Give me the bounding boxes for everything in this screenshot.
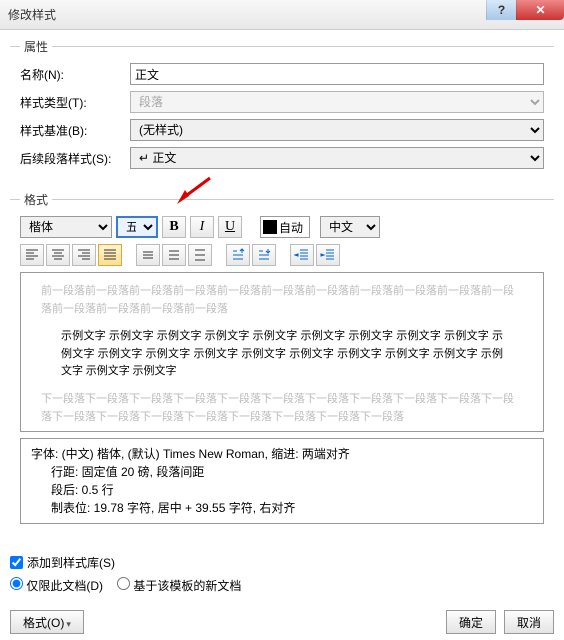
name-label: 名称(N): (20, 66, 130, 83)
name-input[interactable] (130, 63, 544, 85)
dialog-title: 修改样式 (8, 6, 56, 23)
preview-after: 下一段落下一段落下一段落下一段落下一段落下一段落下一段落下一段落下一段落下一段落… (41, 391, 523, 426)
only-doc-radio[interactable] (10, 577, 23, 590)
add-to-lib-checkbox[interactable] (10, 556, 23, 569)
preview-sample: 示例文字 示例文字 示例文字 示例文字 示例文字 示例文字 示例文字 示例文字 … (41, 328, 523, 381)
spacing-15-button[interactable] (162, 244, 186, 266)
description-box: 字体: (中文) 楷体, (默认) Times New Roman, 缩进: 两… (20, 438, 544, 524)
type-select: 段落 (130, 91, 544, 113)
preview-before: 前一段落前一段落前一段落前一段落前一段落前一段落前一段落前一段落前一段落前一段落… (41, 283, 523, 318)
font-select[interactable]: 楷体 (20, 216, 112, 238)
preview-pane: 前一段落前一段落前一段落前一段落前一段落前一段落前一段落前一段落前一段落前一段落… (20, 272, 544, 432)
spacing-1-button[interactable] (136, 244, 160, 266)
format-group: 格式 楷体 五号 B I U 自动 中文 前一段落前一段落前一段落前一段落前一段… (10, 191, 554, 534)
indent-dec-button[interactable] (290, 244, 314, 266)
space-before-dec-button[interactable] (252, 244, 276, 266)
bold-button[interactable]: B (162, 216, 186, 238)
italic-button[interactable]: I (190, 216, 214, 238)
format-menu-button[interactable]: 格式(O) (10, 610, 84, 634)
color-select[interactable]: 自动 (260, 216, 310, 238)
titlebar: 修改样式 ? ✕ (0, 0, 564, 30)
next-select[interactable]: ↵ 正文 (130, 147, 544, 169)
add-to-lib-label: 添加到样式库(S) (27, 554, 115, 571)
help-button[interactable]: ? (486, 0, 516, 20)
type-label: 样式类型(T): (20, 94, 130, 111)
cancel-button[interactable]: 取消 (504, 610, 554, 634)
align-justify-button[interactable] (98, 244, 122, 266)
desc-line-4: 制表位: 19.78 字符, 居中 + 39.55 字符, 右对齐 (31, 499, 533, 517)
align-center-button[interactable] (46, 244, 70, 266)
properties-legend: 属性 (20, 38, 52, 55)
desc-line-2: 行距: 固定值 20 磅, 段落间距 (31, 463, 533, 481)
underline-button[interactable]: U (218, 216, 242, 238)
next-label: 后续段落样式(S): (20, 150, 130, 167)
indent-inc-button[interactable] (316, 244, 340, 266)
format-legend: 格式 (20, 191, 52, 208)
base-select[interactable]: (无样式) (130, 119, 544, 141)
desc-line-1: 字体: (中文) 楷体, (默认) Times New Roman, 缩进: 两… (31, 445, 533, 463)
align-left-button[interactable] (20, 244, 44, 266)
based-tpl-radio[interactable] (117, 577, 130, 590)
align-right-button[interactable] (72, 244, 96, 266)
size-select[interactable]: 五号 (116, 216, 158, 238)
spacing-2-button[interactable] (188, 244, 212, 266)
lang-select[interactable]: 中文 (320, 216, 380, 238)
based-tpl-radio-label[interactable]: 基于该模板的新文档 (117, 577, 241, 594)
only-doc-radio-label[interactable]: 仅限此文档(D) (10, 577, 103, 594)
ok-button[interactable]: 确定 (446, 610, 496, 634)
space-before-inc-button[interactable] (226, 244, 250, 266)
desc-line-3: 段后: 0.5 行 (31, 481, 533, 499)
close-button[interactable]: ✕ (516, 0, 564, 20)
base-label: 样式基准(B): (20, 122, 130, 139)
properties-group: 属性 名称(N): 样式类型(T): 段落 样式基准(B): (无样式) 后续段… (10, 38, 554, 185)
